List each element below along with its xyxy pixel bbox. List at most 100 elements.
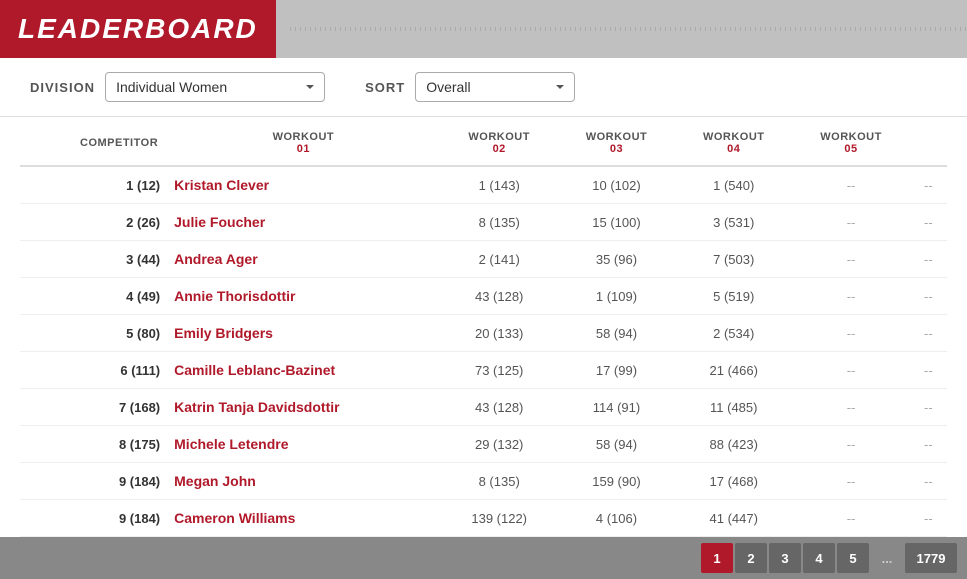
page-btn-4[interactable]: 4: [803, 543, 835, 573]
w03-cell: 5 (519): [675, 278, 792, 315]
rank-cell: 1 (12): [20, 166, 166, 204]
page-btn-5[interactable]: 5: [837, 543, 869, 573]
w02-cell: 17 (99): [558, 352, 675, 389]
table-wrapper: COMPETITOR WORKOUT 01 WORKOUT 02 WORKOUT…: [0, 117, 967, 537]
competitor-name[interactable]: Cameron Williams: [166, 500, 440, 537]
w01-cell: 43 (128): [441, 389, 558, 426]
w03-cell: 41 (447): [675, 500, 792, 537]
w01-cell: 8 (135): [441, 204, 558, 241]
w05-cell: --: [910, 166, 947, 204]
w05-cell: --: [910, 389, 947, 426]
w04-cell: --: [792, 315, 909, 352]
w03-cell: 17 (468): [675, 463, 792, 500]
competitor-name[interactable]: Kristan Clever: [166, 166, 440, 204]
w05-cell: --: [910, 278, 947, 315]
w02-cell: 10 (102): [558, 166, 675, 204]
w02-cell: 1 (109): [558, 278, 675, 315]
table-row: 9 (184)Cameron Williams139 (122)4 (106)4…: [20, 500, 947, 537]
division-select[interactable]: Individual WomenIndividual MenTeam: [105, 72, 325, 102]
w05-cell: --: [910, 463, 947, 500]
w02-cell: 58 (94): [558, 315, 675, 352]
w02-cell: 114 (91): [558, 389, 675, 426]
header: LEADERBOARD: [0, 0, 967, 58]
w02-cell: 4 (106): [558, 500, 675, 537]
rank-cell: 9 (184): [20, 463, 166, 500]
competitor-name[interactable]: Camille Leblanc-Bazinet: [166, 352, 440, 389]
table-row: 6 (111)Camille Leblanc-Bazinet73 (125)17…: [20, 352, 947, 389]
sort-group: SORT OverallWorkout 01Workout 02Workout …: [365, 72, 575, 102]
w04-cell: --: [792, 241, 909, 278]
w01-cell: 20 (133): [441, 315, 558, 352]
page-btn-1779[interactable]: 1779: [905, 543, 957, 573]
table-row: 1 (12)Kristan Clever1 (143)10 (102)1 (54…: [20, 166, 947, 204]
col-header-w05: WORKOUT 05: [792, 117, 909, 166]
w04-cell: --: [792, 389, 909, 426]
header-title-box: LEADERBOARD: [0, 0, 276, 58]
w01-cell: 1 (143): [441, 166, 558, 204]
col-header-w04: WORKOUT 04: [675, 117, 792, 166]
w01-cell: 73 (125): [441, 352, 558, 389]
w03-cell: 11 (485): [675, 389, 792, 426]
table-row: 8 (175)Michele Letendre29 (132)58 (94)88…: [20, 426, 947, 463]
rank-cell: 8 (175): [20, 426, 166, 463]
w04-cell: --: [792, 426, 909, 463]
competitor-name[interactable]: Emily Bridgers: [166, 315, 440, 352]
header-title: LEADERBOARD: [18, 13, 258, 45]
table-row: 4 (49)Annie Thorisdottir43 (128)1 (109)5…: [20, 278, 947, 315]
w05-cell: --: [910, 241, 947, 278]
rank-cell: 5 (80): [20, 315, 166, 352]
page-btn-1[interactable]: 1: [701, 543, 733, 573]
w03-cell: 88 (423): [675, 426, 792, 463]
leaderboard-table: COMPETITOR WORKOUT 01 WORKOUT 02 WORKOUT…: [20, 117, 947, 537]
w04-cell: --: [792, 278, 909, 315]
w05-cell: --: [910, 352, 947, 389]
col-header-w03: WORKOUT 03: [558, 117, 675, 166]
rank-cell: 9 (184): [20, 500, 166, 537]
w02-cell: 58 (94): [558, 426, 675, 463]
sort-select[interactable]: OverallWorkout 01Workout 02Workout 03: [415, 72, 575, 102]
w02-cell: 35 (96): [558, 241, 675, 278]
w05-cell: --: [910, 315, 947, 352]
w01-cell: 2 (141): [441, 241, 558, 278]
rank-cell: 7 (168): [20, 389, 166, 426]
competitor-name[interactable]: Julie Foucher: [166, 204, 440, 241]
w03-cell: 2 (534): [675, 315, 792, 352]
competitor-name[interactable]: Katrin Tanja Davidsdottir: [166, 389, 440, 426]
rank-cell: 4 (49): [20, 278, 166, 315]
w03-cell: 3 (531): [675, 204, 792, 241]
table-row: 7 (168)Katrin Tanja Davidsdottir43 (128)…: [20, 389, 947, 426]
division-group: DIVISION Individual WomenIndividual MenT…: [30, 72, 325, 102]
pagination: 12345...1779: [0, 537, 967, 579]
col-header-w02: WORKOUT 02: [441, 117, 558, 166]
page-btn-2[interactable]: 2: [735, 543, 767, 573]
rank-cell: 6 (111): [20, 352, 166, 389]
table-row: 9 (184)Megan John8 (135)159 (90)17 (468)…: [20, 463, 947, 500]
w01-cell: 8 (135): [441, 463, 558, 500]
page-btn-3[interactable]: 3: [769, 543, 801, 573]
competitor-name[interactable]: Annie Thorisdottir: [166, 278, 440, 315]
w04-cell: --: [792, 352, 909, 389]
competitor-name[interactable]: Michele Letendre: [166, 426, 440, 463]
w05-cell: --: [910, 204, 947, 241]
w04-cell: --: [792, 500, 909, 537]
w04-cell: --: [792, 204, 909, 241]
col-header-w01: WORKOUT 01: [166, 117, 440, 166]
w04-cell: --: [792, 166, 909, 204]
w01-cell: 43 (128): [441, 278, 558, 315]
w03-cell: 21 (466): [675, 352, 792, 389]
competitor-name[interactable]: Megan John: [166, 463, 440, 500]
w01-cell: 139 (122): [441, 500, 558, 537]
w05-cell: --: [910, 500, 947, 537]
w02-cell: 15 (100): [558, 204, 675, 241]
w03-cell: 1 (540): [675, 166, 792, 204]
w04-cell: --: [792, 463, 909, 500]
table-row: 2 (26)Julie Foucher8 (135)15 (100)3 (531…: [20, 204, 947, 241]
division-label: DIVISION: [30, 80, 95, 95]
w03-cell: 7 (503): [675, 241, 792, 278]
controls-bar: DIVISION Individual WomenIndividual MenT…: [0, 58, 967, 117]
w01-cell: 29 (132): [441, 426, 558, 463]
rank-cell: 2 (26): [20, 204, 166, 241]
sort-label: SORT: [365, 80, 405, 95]
col-header-competitor: COMPETITOR: [20, 117, 166, 166]
competitor-name[interactable]: Andrea Ager: [166, 241, 440, 278]
